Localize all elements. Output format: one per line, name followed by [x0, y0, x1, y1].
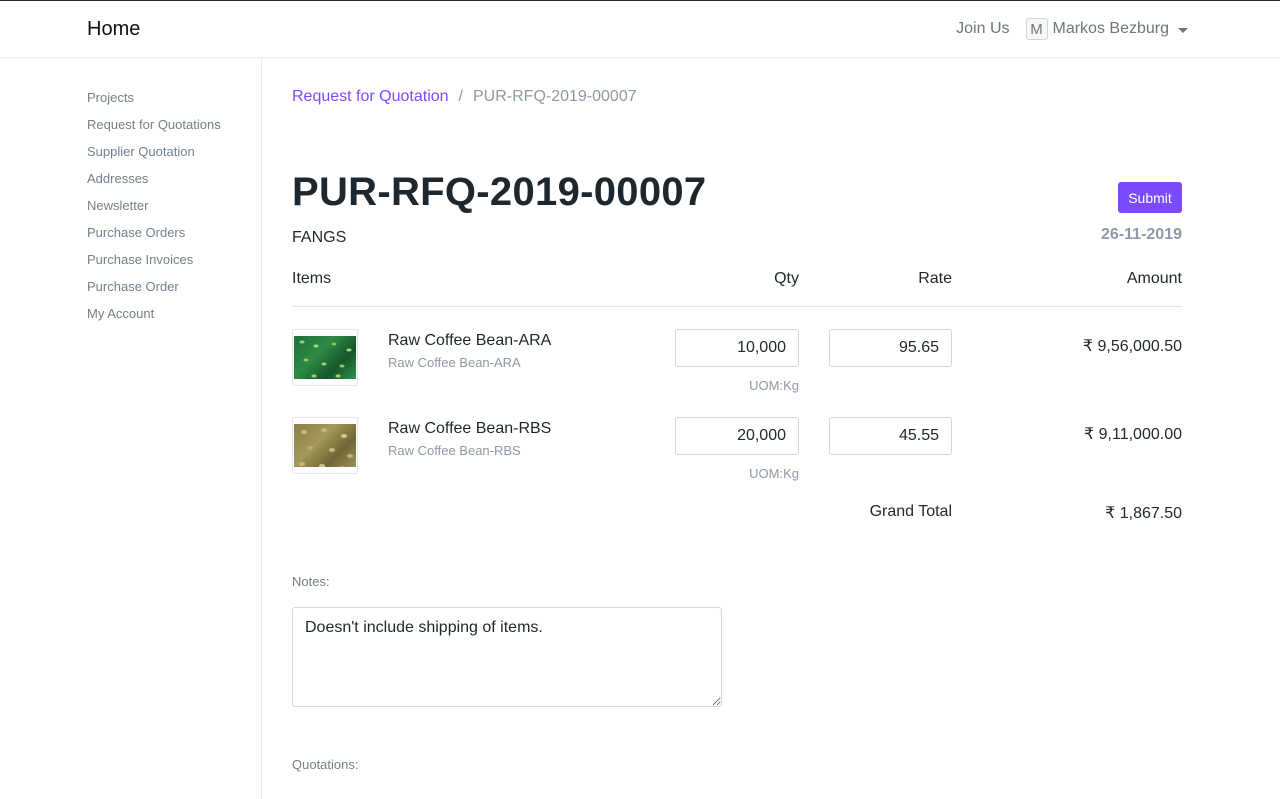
- items-table-header: Items Qty Rate Amount: [292, 270, 1182, 307]
- sidebar-item-purchase-orders[interactable]: Purchase Orders: [87, 225, 221, 252]
- column-header-qty: Qty: [774, 270, 799, 287]
- sidebar-item-purchase-invoices[interactable]: Purchase Invoices: [87, 252, 221, 279]
- document-date: 26-11-2019: [1101, 226, 1182, 243]
- item-amount: ₹ 9,11,000.00: [1084, 426, 1182, 443]
- main-content: Request for Quotation / PUR-RFQ-2019-000…: [292, 58, 1182, 799]
- grand-total-value: ₹ 1,867.50: [1105, 505, 1182, 522]
- sidebar-item-addresses[interactable]: Addresses: [87, 171, 221, 198]
- breadcrumb-parent-link[interactable]: Request for Quotation: [292, 88, 449, 106]
- breadcrumb-separator: /: [458, 88, 463, 105]
- item-name: Raw Coffee Bean-ARA: [388, 332, 552, 349]
- table-row: Raw Coffee Bean-RBS Raw Coffee Bean-RBS …: [292, 417, 1182, 505]
- sidebar-item-request-for-quotations[interactable]: Request for Quotations: [87, 117, 221, 144]
- supplier-name: FANGS: [292, 229, 347, 246]
- join-us-link[interactable]: Join Us: [956, 20, 1009, 38]
- uom-label: UOM:Kg: [749, 378, 799, 393]
- notes-label: Notes:: [292, 574, 330, 589]
- sidebar-item-purchase-order[interactable]: Purchase Order: [87, 279, 221, 306]
- navbar-right: Join Us M Markos Bezburg: [956, 18, 1188, 40]
- item-code: Raw Coffee Bean-ARA: [388, 355, 521, 370]
- column-header-items: Items: [292, 270, 332, 287]
- qty-input[interactable]: [675, 329, 799, 367]
- item-amount: ₹ 9,56,000.50: [1082, 338, 1182, 355]
- column-header-rate: Rate: [918, 270, 952, 287]
- grand-total-label: Grand Total: [869, 503, 952, 520]
- home-link[interactable]: Home: [87, 18, 140, 41]
- quotations-label: Quotations:: [292, 757, 359, 772]
- item-image: [292, 417, 358, 474]
- submit-button[interactable]: Submit: [1118, 182, 1182, 213]
- sidebar-item-newsletter[interactable]: Newsletter: [87, 198, 221, 225]
- sidebar: Projects Request for Quotations Supplier…: [0, 58, 262, 799]
- breadcrumb: Request for Quotation / PUR-RFQ-2019-000…: [292, 88, 637, 106]
- notes-textarea[interactable]: Doesn't include shipping of items.: [292, 607, 722, 707]
- rate-input[interactable]: [829, 329, 952, 367]
- caret-down-icon: [1178, 27, 1188, 33]
- item-name: Raw Coffee Bean-RBS: [388, 420, 552, 437]
- user-menu[interactable]: M Markos Bezburg: [1025, 18, 1188, 40]
- item-image: [292, 329, 358, 386]
- rate-input[interactable]: [829, 417, 952, 455]
- sidebar-item-my-account[interactable]: My Account: [87, 306, 221, 333]
- qty-input[interactable]: [675, 417, 799, 455]
- uom-label: UOM:Kg: [749, 466, 799, 481]
- user-name: Markos Bezburg: [1052, 20, 1170, 37]
- column-header-amount: Amount: [1126, 270, 1182, 287]
- avatar: M: [1025, 18, 1048, 40]
- page-title: PUR-RFQ-2019-00007: [292, 170, 707, 214]
- table-row: Raw Coffee Bean-ARA Raw Coffee Bean-ARA …: [292, 329, 1182, 417]
- top-navbar: Home Join Us M Markos Bezburg: [0, 0, 1280, 58]
- sidebar-item-projects[interactable]: Projects: [87, 90, 221, 117]
- breadcrumb-current: PUR-RFQ-2019-00007: [473, 88, 637, 105]
- sidebar-menu: Projects Request for Quotations Supplier…: [87, 90, 221, 333]
- sidebar-item-supplier-quotation[interactable]: Supplier Quotation: [87, 144, 221, 171]
- item-code: Raw Coffee Bean-RBS: [388, 443, 521, 458]
